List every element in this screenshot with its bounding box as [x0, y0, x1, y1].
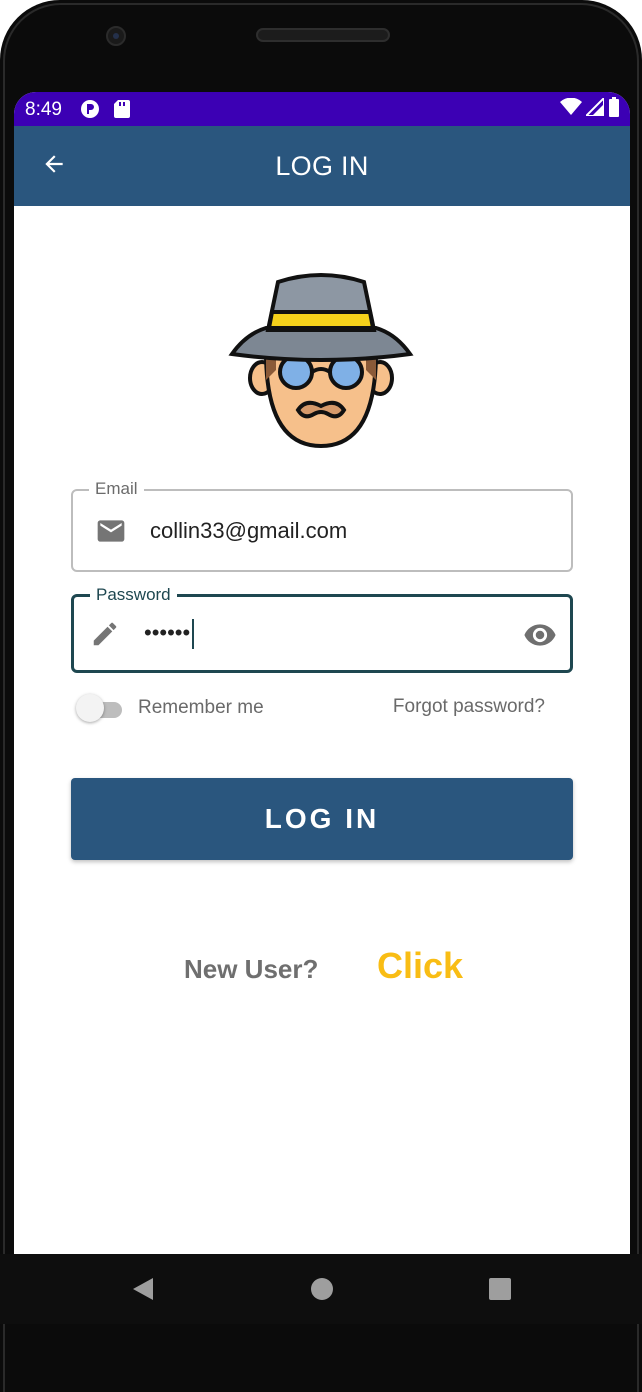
cell-signal-icon	[583, 95, 605, 121]
back-nav-icon[interactable]	[128, 1274, 158, 1304]
switch-thumb	[76, 694, 104, 722]
new-user-prompt: New User?	[184, 954, 319, 984]
text-caret	[192, 619, 195, 649]
detective-avatar-icon	[226, 270, 416, 452]
pencil-icon	[90, 619, 120, 649]
phone-frame: 8:49 LOG IN Email collin33@gmail.com Pas…	[0, 0, 642, 1392]
password-field[interactable]: Password ••••••	[71, 585, 573, 673]
password-label: Password	[90, 585, 177, 605]
app-screen: 8:49 LOG IN Email collin33@gmail.com Pas…	[14, 92, 630, 1324]
recents-nav-icon[interactable]	[485, 1274, 515, 1304]
eye-icon[interactable]	[522, 617, 558, 653]
status-bar: 8:49	[14, 92, 630, 126]
wifi-icon	[560, 97, 582, 121]
mail-icon	[95, 515, 127, 547]
email-input[interactable]: collin33@gmail.com	[150, 518, 347, 544]
status-right-group	[560, 95, 620, 122]
front-camera	[106, 26, 126, 46]
signup-click-link[interactable]: Click	[377, 945, 463, 987]
remember-me-row: Remember me	[76, 692, 264, 724]
status-time: 8:49	[25, 99, 62, 120]
notification-icon	[80, 99, 100, 119]
page-title: LOG IN	[275, 151, 369, 181]
password-input[interactable]: ••••••	[144, 619, 195, 649]
sd-card-icon	[113, 99, 133, 119]
home-nav-icon[interactable]	[307, 1274, 337, 1304]
forgot-password-link[interactable]: Forgot password?	[393, 696, 545, 718]
battery-icon	[608, 96, 620, 122]
remember-me-label: Remember me	[138, 697, 264, 718]
app-bar: LOG IN	[14, 126, 630, 206]
email-label: Email	[89, 479, 144, 499]
earpiece-speaker	[256, 28, 390, 42]
password-mask: ••••••	[144, 619, 191, 645]
email-field[interactable]: Email collin33@gmail.com	[71, 479, 573, 572]
remember-me-switch[interactable]	[76, 694, 122, 722]
login-button[interactable]: LOG IN	[71, 778, 573, 860]
system-nav-bar	[0, 1254, 642, 1324]
